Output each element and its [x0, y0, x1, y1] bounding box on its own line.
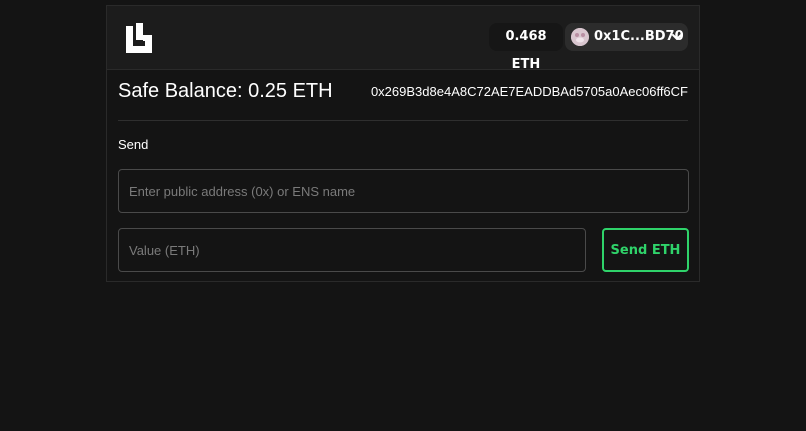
avatar-icon: [571, 28, 589, 46]
safe-logo-icon[interactable]: [126, 23, 152, 53]
chevron-down-icon: [672, 34, 682, 40]
recipient-address-input[interactable]: [118, 169, 689, 213]
safe-card: 0.468 ETH 0x1C...BD70 Safe Balance: 0.25…: [106, 5, 700, 282]
safe-balance-title: Safe Balance: 0.25 ETH: [118, 80, 333, 102]
account-button[interactable]: 0x1C...BD70: [565, 23, 688, 51]
app-header: 0.468 ETH 0x1C...BD70: [107, 6, 699, 72]
safe-address: 0x269B3d8e4A8C72AE7EADDBAd5705a0Aec06ff6…: [370, 84, 688, 99]
eth-value-input[interactable]: [118, 228, 586, 272]
send-section-label: Send: [118, 137, 149, 152]
divider: [118, 120, 688, 121]
send-eth-button[interactable]: Send ETH: [602, 228, 689, 272]
wallet-eth-balance: 0.468 ETH: [489, 23, 563, 72]
